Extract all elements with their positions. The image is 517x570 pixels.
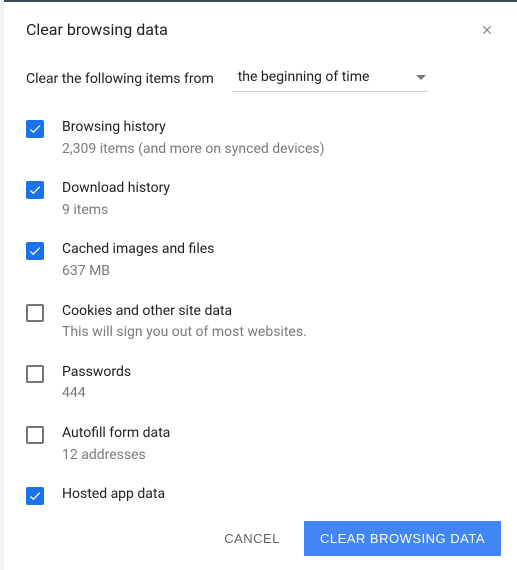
- item-text: Hosted app data10 apps (Cloud Print, Gma…: [62, 485, 495, 507]
- list-item: Browsing history2,309 items (and more on…: [26, 118, 495, 159]
- item-text: Passwords444: [62, 363, 495, 404]
- check-icon: [28, 122, 42, 136]
- check-icon: [28, 489, 42, 503]
- time-range-select[interactable]: the beginning of time: [232, 65, 428, 92]
- caret-down-icon: [416, 75, 426, 80]
- list-item: Cached images and files637 MB: [26, 240, 495, 281]
- item-title: Autofill form data: [62, 424, 495, 444]
- time-range-value: the beginning of time: [238, 69, 370, 85]
- list-item: Passwords444: [26, 363, 495, 404]
- checkbox[interactable]: [26, 487, 44, 505]
- list-item: Cookies and other site dataThis will sig…: [26, 302, 495, 343]
- check-icon: [28, 244, 42, 258]
- dialog-header: Clear browsing data: [4, 2, 517, 49]
- item-subtitle: This will sign you out of most websites.: [62, 323, 495, 343]
- list-item: Autofill form data12 addresses: [26, 424, 495, 465]
- item-subtitle: 2,309 items (and more on synced devices): [62, 140, 495, 160]
- item-title: Download history: [62, 179, 495, 199]
- item-title: Passwords: [62, 363, 495, 383]
- clear-browsing-data-dialog: Clear browsing data Clear the following …: [4, 0, 517, 570]
- item-text: Autofill form data12 addresses: [62, 424, 495, 465]
- dialog-title: Clear browsing data: [26, 20, 168, 39]
- item-title: Cached images and files: [62, 240, 495, 260]
- item-title: Cookies and other site data: [62, 302, 495, 322]
- checkbox[interactable]: [26, 304, 44, 322]
- items-list: Browsing history2,309 items (and more on…: [4, 100, 517, 507]
- item-subtitle: 12 addresses: [62, 446, 495, 466]
- checkbox[interactable]: [26, 365, 44, 383]
- item-subtitle: 444: [62, 384, 495, 404]
- item-title: Hosted app data: [62, 485, 495, 505]
- checkbox[interactable]: [26, 181, 44, 199]
- close-button[interactable]: [479, 22, 495, 38]
- checkbox[interactable]: [26, 426, 44, 444]
- checkbox[interactable]: [26, 120, 44, 138]
- item-text: Cached images and files637 MB: [62, 240, 495, 281]
- item-subtitle: 637 MB: [62, 262, 495, 282]
- item-text: Browsing history2,309 items (and more on…: [62, 118, 495, 159]
- time-range-row: Clear the following items from the begin…: [4, 49, 517, 100]
- dialog-footer: CANCEL CLEAR BROWSING DATA: [4, 507, 517, 570]
- item-subtitle: 9 items: [62, 201, 495, 221]
- list-item: Download history9 items: [26, 179, 495, 220]
- item-title: Browsing history: [62, 118, 495, 138]
- item-text: Cookies and other site dataThis will sig…: [62, 302, 495, 343]
- time-range-label: Clear the following items from: [26, 71, 214, 87]
- clear-browsing-data-button[interactable]: CLEAR BROWSING DATA: [304, 521, 501, 556]
- list-item: Hosted app data10 apps (Cloud Print, Gma…: [26, 485, 495, 507]
- close-icon: [480, 23, 494, 37]
- checkbox[interactable]: [26, 242, 44, 260]
- check-icon: [28, 183, 42, 197]
- cancel-button[interactable]: CANCEL: [210, 523, 294, 554]
- item-text: Download history9 items: [62, 179, 495, 220]
